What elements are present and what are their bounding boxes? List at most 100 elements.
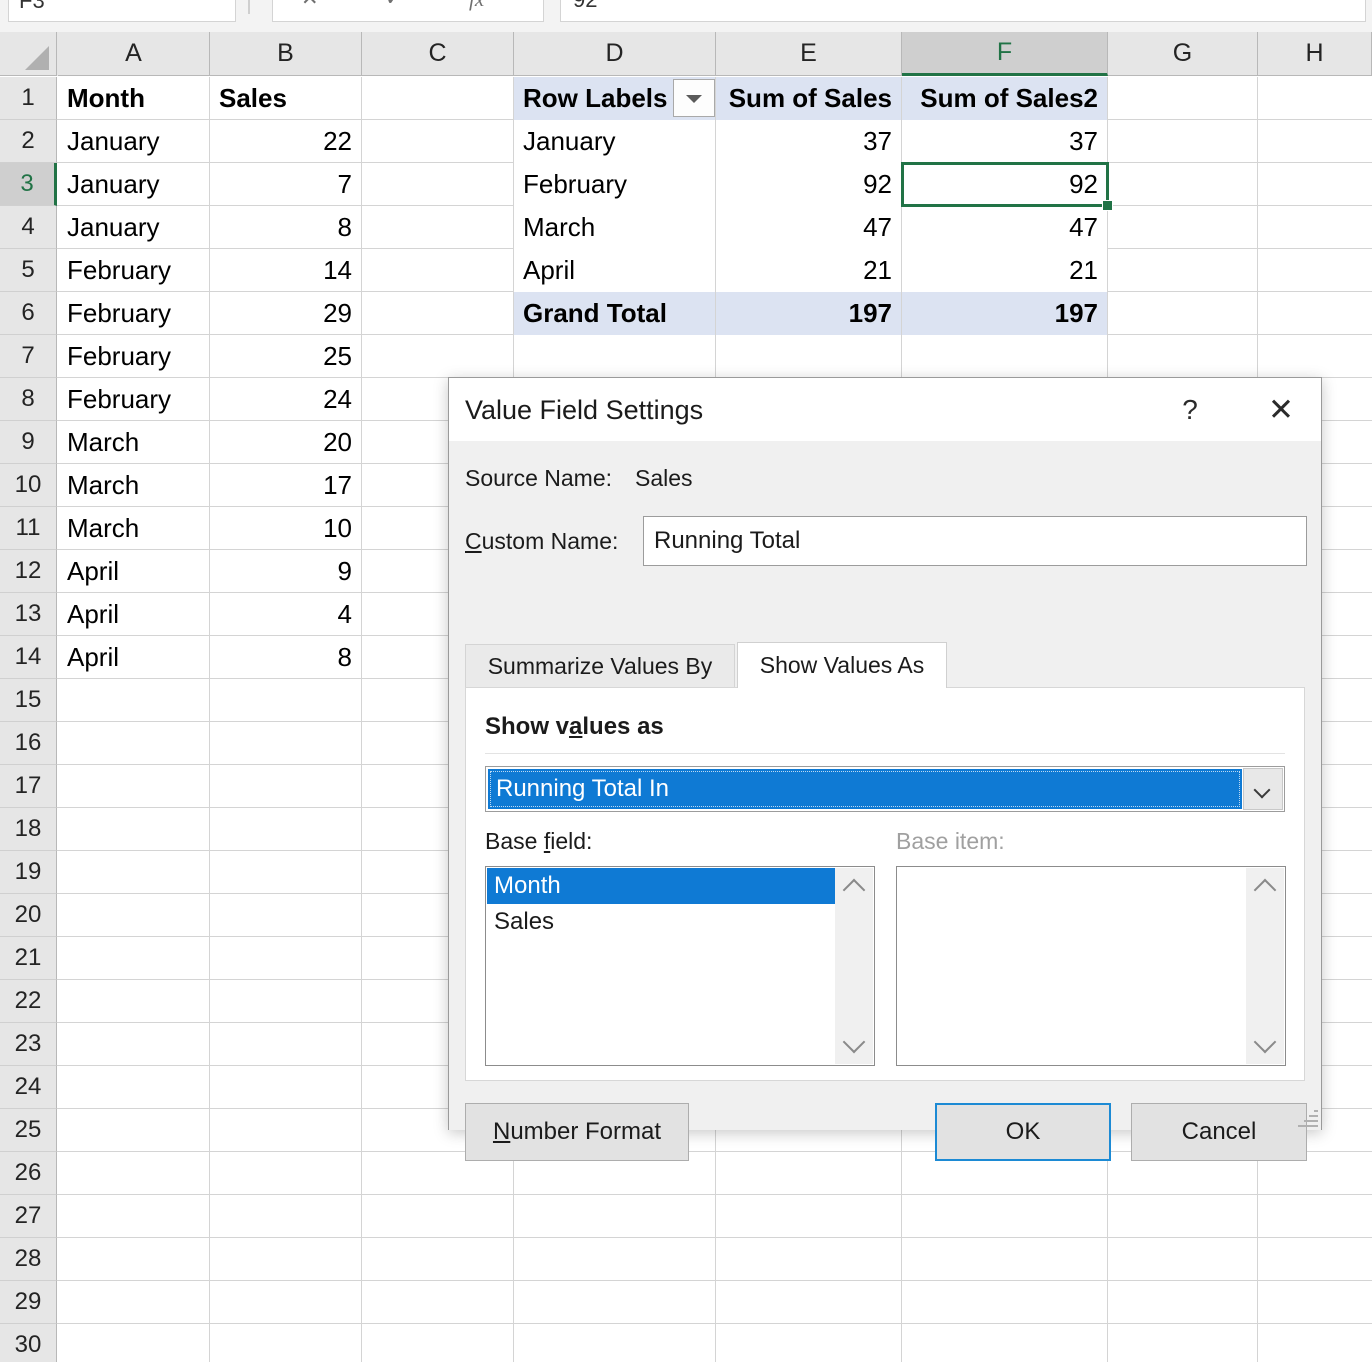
- pivot-grand-total-label[interactable]: Grand Total: [514, 292, 715, 335]
- pivot-cell-d4[interactable]: March: [514, 206, 715, 249]
- name-box[interactable]: F3: [8, 0, 236, 22]
- row-header-18[interactable]: 18: [0, 808, 57, 851]
- cell-b12[interactable]: 9: [210, 550, 361, 593]
- tab-show-values-as[interactable]: Show Values As: [737, 642, 947, 688]
- pivot-grand-total-f[interactable]: 197: [902, 292, 1107, 335]
- cell-b1[interactable]: Sales: [210, 77, 361, 120]
- cell-a2[interactable]: January: [58, 120, 209, 163]
- row-header-10[interactable]: 10: [0, 464, 57, 507]
- pivot-header-sum-of-sales[interactable]: Sum of Sales: [716, 77, 901, 120]
- base-field-item-month[interactable]: Month: [487, 868, 835, 904]
- help-icon[interactable]: ?: [1167, 388, 1213, 434]
- row-header-11[interactable]: 11: [0, 507, 57, 550]
- cancel-button[interactable]: Cancel: [1131, 1103, 1307, 1161]
- cell-a10[interactable]: March: [58, 464, 209, 507]
- cell-a5[interactable]: February: [58, 249, 209, 292]
- show-values-as-dropdown[interactable]: Running Total In: [485, 766, 1285, 812]
- close-icon[interactable]: ✕: [1255, 388, 1307, 434]
- cell-b2[interactable]: 22: [210, 120, 361, 163]
- dialog-title-bar[interactable]: Value Field Settings ? ✕: [449, 378, 1321, 441]
- row-header-25[interactable]: 25: [0, 1109, 57, 1152]
- row-header-2[interactable]: 2: [0, 120, 57, 163]
- column-header-a[interactable]: A: [58, 32, 210, 76]
- row-header-14[interactable]: 14: [0, 636, 57, 679]
- cell-a1[interactable]: Month: [58, 77, 209, 120]
- scroll-down-icon[interactable]: [842, 1030, 866, 1054]
- cell-b6[interactable]: 29: [210, 292, 361, 335]
- base-item-listbox[interactable]: [896, 866, 1286, 1066]
- row-header-13[interactable]: 13: [0, 593, 57, 636]
- cancel-icon[interactable]: ✕: [301, 0, 319, 19]
- cell-a6[interactable]: February: [58, 292, 209, 335]
- dropdown-chevron-icon[interactable]: [1243, 768, 1283, 810]
- cell-a11[interactable]: March: [58, 507, 209, 550]
- insert-function-icon[interactable]: fx: [469, 0, 484, 19]
- base-field-item-sales[interactable]: Sales: [487, 904, 835, 940]
- fill-handle[interactable]: [1102, 200, 1113, 211]
- cell-a3[interactable]: January: [58, 163, 209, 206]
- cell-b9[interactable]: 20: [210, 421, 361, 464]
- row-header-24[interactable]: 24: [0, 1066, 57, 1109]
- pivot-cell-d5[interactable]: April: [514, 249, 715, 292]
- cell-b8[interactable]: 24: [210, 378, 361, 421]
- row-header-7[interactable]: 7: [0, 335, 57, 378]
- pivot-cell-e4[interactable]: 47: [716, 206, 901, 249]
- row-header-28[interactable]: 28: [0, 1238, 57, 1281]
- row-header-19[interactable]: 19: [0, 851, 57, 894]
- row-header-16[interactable]: 16: [0, 722, 57, 765]
- cell-b5[interactable]: 14: [210, 249, 361, 292]
- cell-a7[interactable]: February: [58, 335, 209, 378]
- pivot-cell-f2[interactable]: 37: [902, 120, 1107, 163]
- cell-a4[interactable]: January: [58, 206, 209, 249]
- scroll-up-icon[interactable]: [1253, 878, 1277, 902]
- row-header-17[interactable]: 17: [0, 765, 57, 808]
- pivot-header-sum-of-sales2[interactable]: Sum of Sales2: [902, 77, 1107, 120]
- column-header-d[interactable]: D: [514, 32, 716, 76]
- pivot-cell-e5[interactable]: 21: [716, 249, 901, 292]
- pivot-cell-f3[interactable]: 92: [902, 163, 1107, 206]
- row-header-30[interactable]: 30: [0, 1324, 57, 1362]
- scroll-up-icon[interactable]: [842, 878, 866, 902]
- row-header-23[interactable]: 23: [0, 1023, 57, 1066]
- pivot-cell-f5[interactable]: 21: [902, 249, 1107, 292]
- select-all-corner[interactable]: [0, 32, 57, 76]
- cell-a12[interactable]: April: [58, 550, 209, 593]
- base-field-scrollbar[interactable]: [835, 868, 873, 1064]
- filter-dropdown-icon[interactable]: [673, 79, 715, 117]
- cell-b10[interactable]: 17: [210, 464, 361, 507]
- cell-b11[interactable]: 10: [210, 507, 361, 550]
- cell-b13[interactable]: 4: [210, 593, 361, 636]
- row-header-22[interactable]: 22: [0, 980, 57, 1023]
- cell-a14[interactable]: April: [58, 636, 209, 679]
- pivot-grand-total-e[interactable]: 197: [716, 292, 901, 335]
- row-header-15[interactable]: 15: [0, 679, 57, 722]
- cell-b4[interactable]: 8: [210, 206, 361, 249]
- resize-grip[interactable]: [1296, 1105, 1318, 1127]
- row-header-3[interactable]: 3: [0, 163, 57, 206]
- base-item-scrollbar[interactable]: [1246, 868, 1284, 1064]
- row-header-21[interactable]: 21: [0, 937, 57, 980]
- ok-button[interactable]: OK: [935, 1103, 1111, 1161]
- enter-icon[interactable]: ✓: [385, 0, 403, 19]
- row-header-20[interactable]: 20: [0, 894, 57, 937]
- row-header-4[interactable]: 4: [0, 206, 57, 249]
- pivot-cell-e3[interactable]: 92: [716, 163, 901, 206]
- formula-input[interactable]: 92: [560, 0, 1366, 22]
- number-format-button[interactable]: Number Format: [465, 1103, 689, 1161]
- row-header-26[interactable]: 26: [0, 1152, 57, 1195]
- column-header-e[interactable]: E: [716, 32, 902, 76]
- row-header-8[interactable]: 8: [0, 378, 57, 421]
- column-header-h[interactable]: H: [1258, 32, 1372, 76]
- column-header-f[interactable]: F: [902, 32, 1108, 76]
- pivot-cell-f4[interactable]: 47: [902, 206, 1107, 249]
- row-header-29[interactable]: 29: [0, 1281, 57, 1324]
- cell-b14[interactable]: 8: [210, 636, 361, 679]
- column-header-c[interactable]: C: [362, 32, 514, 76]
- base-field-listbox[interactable]: Month Sales: [485, 866, 875, 1066]
- row-header-9[interactable]: 9: [0, 421, 57, 464]
- cell-b3[interactable]: 7: [210, 163, 361, 206]
- row-header-5[interactable]: 5: [0, 249, 57, 292]
- custom-name-input[interactable]: Running Total: [643, 516, 1307, 566]
- row-header-1[interactable]: 1: [0, 77, 57, 120]
- cell-b7[interactable]: 25: [210, 335, 361, 378]
